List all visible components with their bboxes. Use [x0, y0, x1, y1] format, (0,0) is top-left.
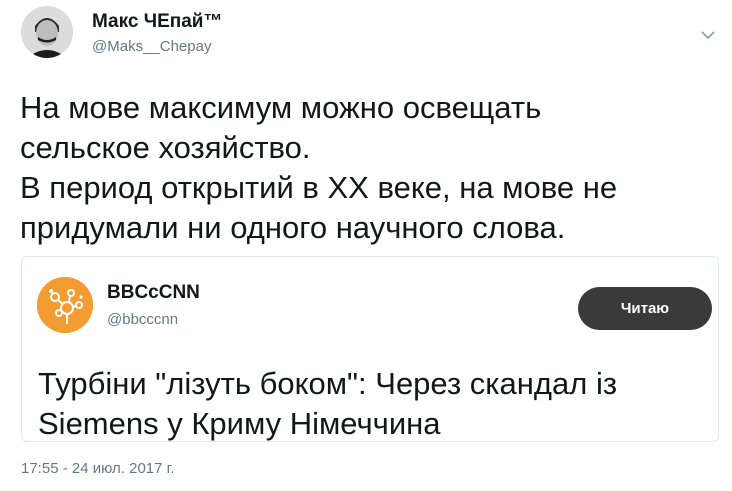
tweet-text: На мове максимум можно освещать сельское…	[20, 88, 710, 248]
quoted-avatar[interactable]	[37, 277, 93, 333]
author-name[interactable]: Макс ЧЕпай™	[92, 11, 222, 33]
follow-button[interactable]: Читаю	[578, 287, 712, 330]
tweet-line: придумали ни одного научного слова.	[20, 210, 566, 245]
tweet-timestamp[interactable]: 17:55 - 24 июл. 2017 г.	[21, 460, 174, 477]
quoted-text: Турбіни "лізуть боком": Через скандал із…	[38, 364, 708, 444]
tweet-line: На мове максимум можно освещать	[20, 90, 542, 125]
author-handle[interactable]: @Maks__Chepay	[92, 38, 211, 55]
quoted-line: Siemens у Криму Німеччина	[38, 406, 441, 441]
tweet-line: В период открытий в XX веке, на мове не	[20, 170, 618, 205]
quoted-tweet-card[interactable]: BBCcCNN @bbcccnn Читаю Турбіни "лізуть б…	[21, 256, 719, 442]
avatar-portrait-icon	[21, 6, 73, 58]
chevron-down-icon[interactable]	[699, 28, 717, 42]
quoted-author-name[interactable]: BBCcCNN	[107, 282, 200, 304]
quoted-author-handle[interactable]: @bbcccnn	[107, 311, 178, 328]
bbcccnn-logo-icon	[37, 277, 93, 333]
avatar[interactable]	[21, 6, 73, 58]
quoted-line: Турбіни "лізуть боком": Через скандал із	[38, 366, 618, 401]
tweet-line: сельское хозяйство.	[20, 130, 311, 165]
